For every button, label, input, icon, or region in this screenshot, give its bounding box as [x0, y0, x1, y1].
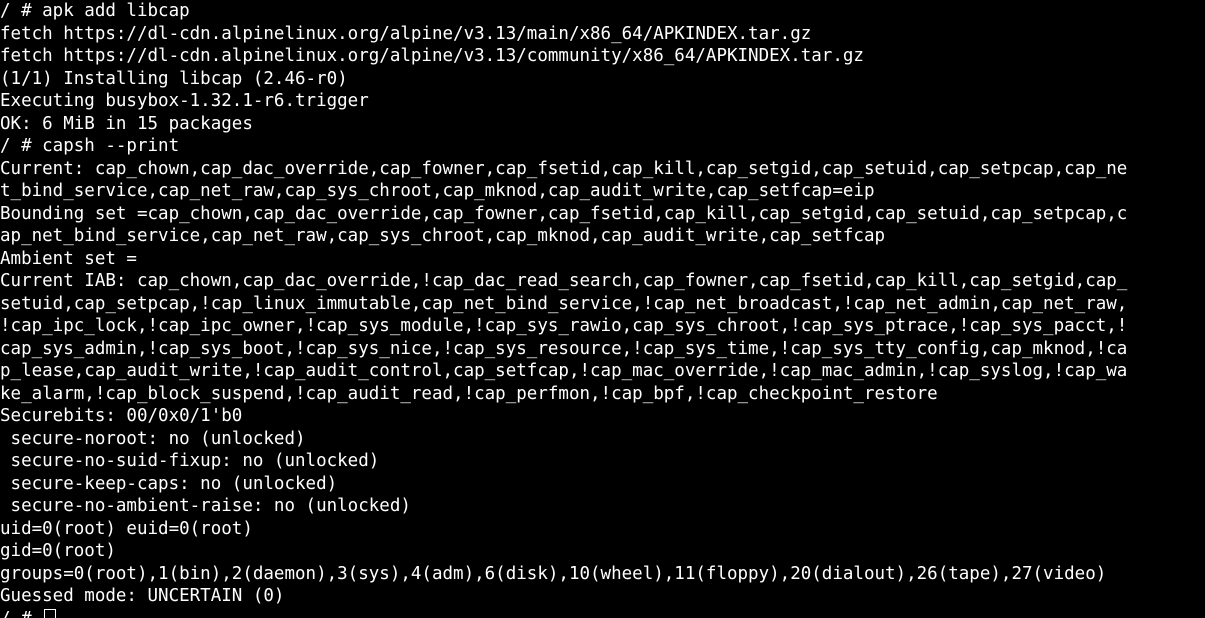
terminal-line: Executing busybox-1.32.1-r6.trigger: [0, 91, 369, 111]
terminal-line: Securebits: 00/0x0/1'b0: [0, 406, 243, 426]
terminal-line: Current IAB: cap_chown,cap_dac_override,…: [0, 271, 1128, 291]
terminal-line: gid=0(root): [0, 541, 116, 561]
terminal-line: setuid,cap_setpcap,!cap_linux_immutable,…: [0, 293, 1128, 314]
terminal-line: Bounding set =cap_chown,cap_dac_override…: [0, 203, 1128, 224]
terminal-line: secure-keep-caps: no (unlocked): [0, 473, 338, 494]
terminal-line: secure-no-suid-fixup: no (unlocked): [0, 451, 380, 471]
terminal-line: groups=0(root),1(bin),2(daemon),3(sys),4…: [0, 563, 1107, 584]
text-cursor: [44, 608, 57, 618]
shell-prompt: / #: [0, 609, 42, 618]
terminal-line: ke_alarm,!cap_block_suspend,!cap_audit_r…: [0, 383, 938, 404]
terminal-line: secure-noroot: no (unlocked): [0, 428, 306, 449]
terminal-line: fetch https://dl-cdn.alpinelinux.org/alp…: [0, 23, 812, 44]
terminal-line: fetch https://dl-cdn.alpinelinux.org/alp…: [0, 46, 864, 66]
terminal-line: secure-no-ambient-raise: no (unlocked): [0, 496, 411, 516]
terminal-line: t_bind_service,cap_net_raw,cap_sys_chroo…: [0, 181, 875, 201]
terminal-line: ap_net_bind_service,cap_net_raw,cap_sys_…: [0, 226, 886, 246]
terminal-line: OK: 6 MiB in 15 packages: [0, 113, 253, 134]
terminal-line: / # apk add libcap: [0, 1, 190, 21]
terminal-window[interactable]: / # apk add libcap fetch https://dl-cdn.…: [0, 0, 1205, 618]
terminal-line: (1/1) Installing libcap (2.46-r0): [0, 68, 348, 89]
terminal-line: / # capsh --print: [0, 136, 180, 156]
terminal-line: Guessed mode: UNCERTAIN (0): [0, 586, 285, 606]
terminal-line: Ambient set =: [0, 248, 137, 269]
prompt-line[interactable]: / #: [0, 608, 1205, 618]
terminal-line: cap_sys_admin,!cap_sys_boot,!cap_sys_nic…: [0, 338, 1128, 359]
terminal-line: uid=0(root) euid=0(root): [0, 518, 253, 539]
terminal-line: !cap_ipc_lock,!cap_ipc_owner,!cap_sys_mo…: [0, 316, 1128, 336]
terminal-line: Current: cap_chown,cap_dac_override,cap_…: [0, 158, 1128, 179]
terminal-line: p_lease,cap_audit_write,!cap_audit_contr…: [0, 361, 1128, 381]
